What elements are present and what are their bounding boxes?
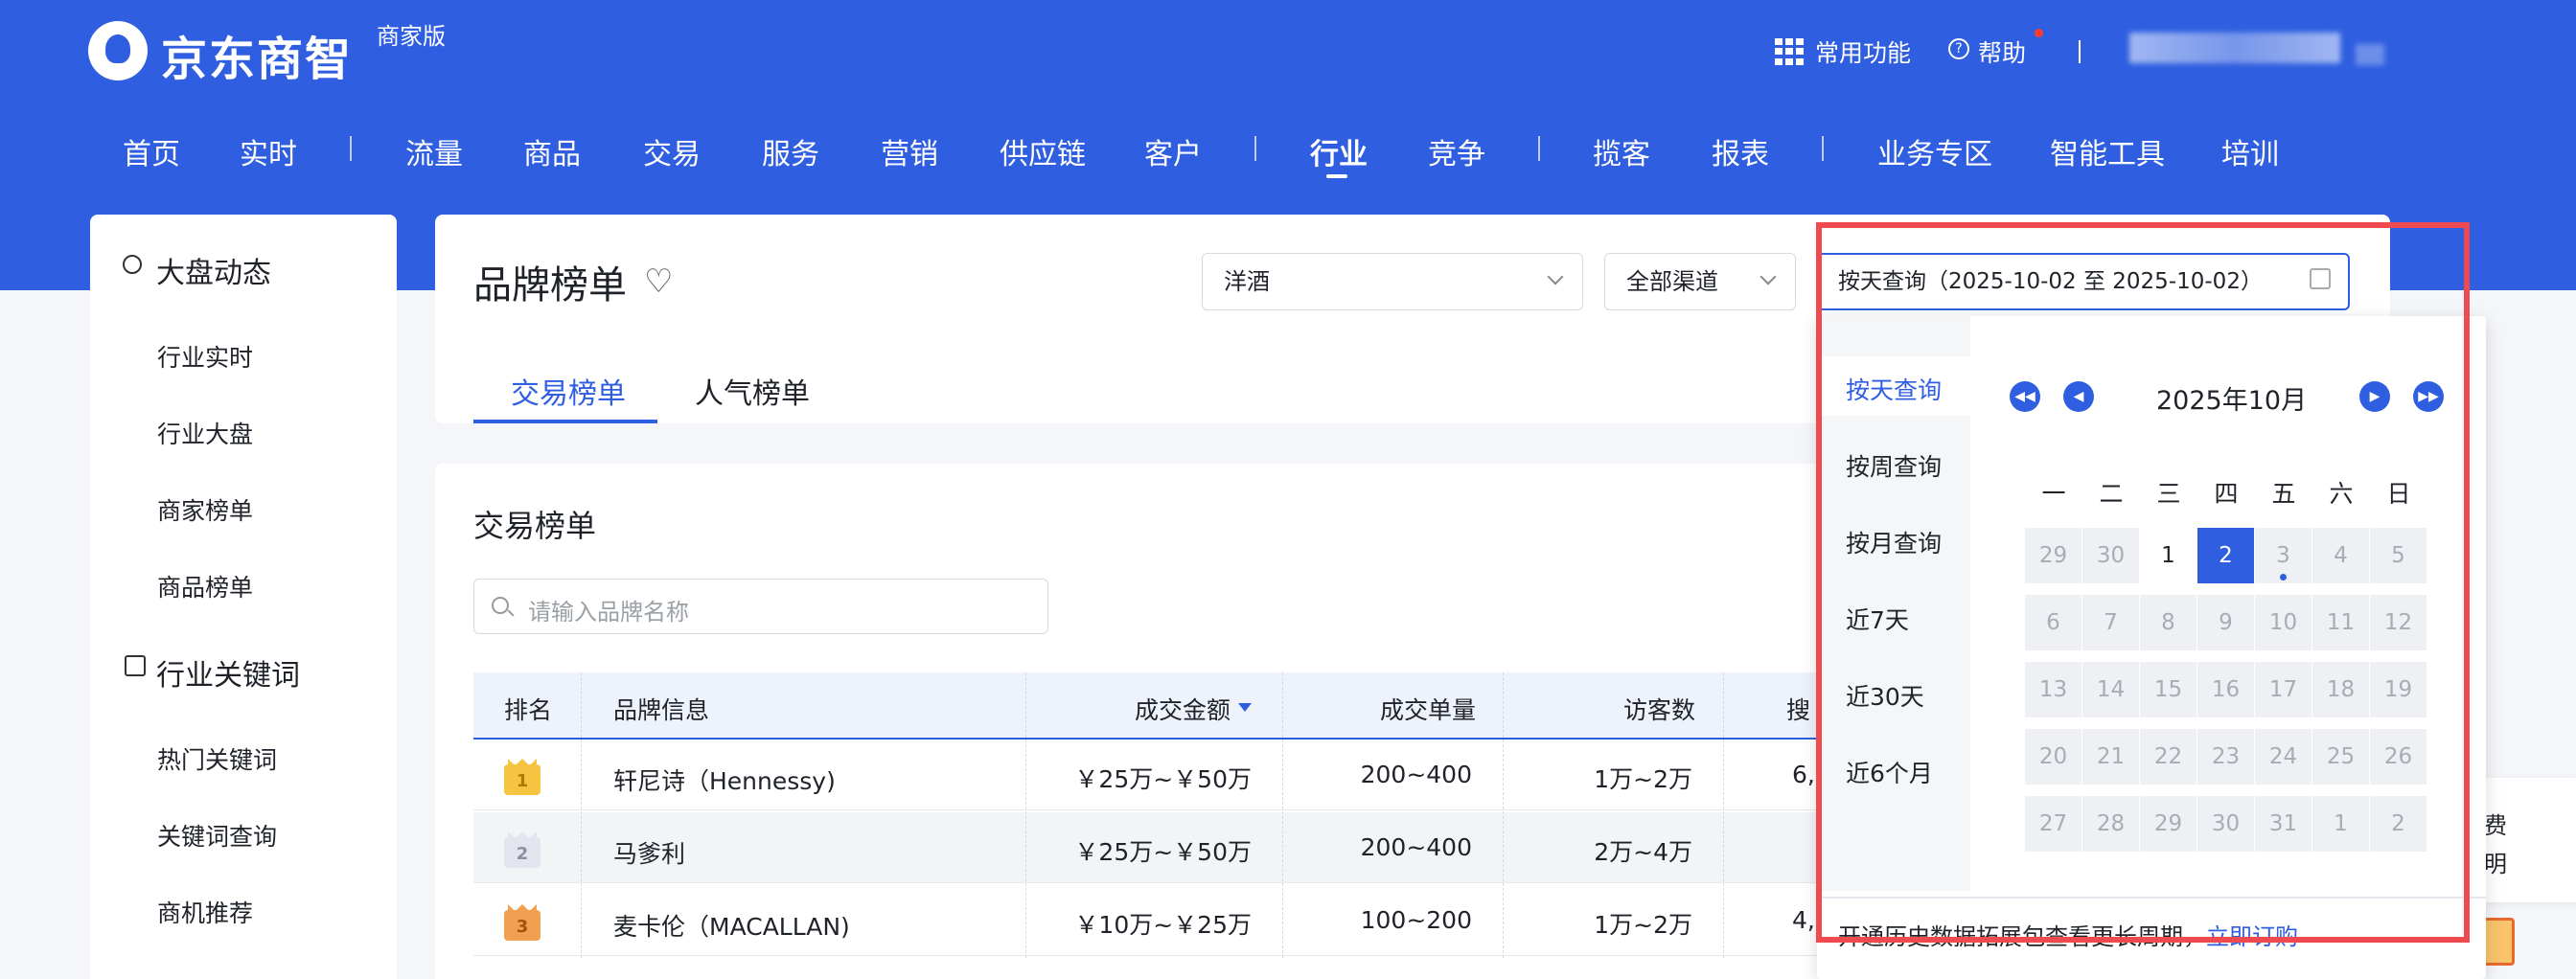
nav-home[interactable]: 首页 [123,130,180,172]
tab-trade-ranking[interactable]: 交易榜单 [511,370,626,412]
chevron-down-icon [1760,268,1777,285]
nav-reports[interactable]: 报表 [1712,130,1769,172]
nav-supply-chain[interactable]: 供应链 [1000,130,1086,172]
orders-value: 200~400 [1360,833,1472,861]
nav-industry[interactable]: 行业 [1310,130,1368,172]
col-visitors[interactable]: 访客数 [1623,692,1695,726]
jd-logo-icon[interactable] [88,21,148,80]
amount-value: ￥10万~￥25万 [1074,911,1252,939]
col-brand: 品牌信息 [613,696,710,724]
brand-search-input[interactable]: 请输入品牌名称 [473,579,1048,634]
search-value: 4, [1792,906,1815,934]
nav-divider [1254,136,1256,161]
amount-value: ￥25万~￥50万 [1074,765,1252,793]
channel-select-value: 全部渠道 [1626,268,1718,295]
visitors-value: 1万~2万 [1594,765,1692,793]
nav-divider [1822,136,1824,161]
sidebar-group-market-dynamics[interactable]: 大盘动态 [156,249,271,291]
col-rank: 排名 [504,696,553,724]
search-value: 6, [1792,761,1815,788]
nav-divider [350,136,352,161]
orders-value: 100~200 [1360,906,1472,934]
sidebar-item-product-ranking[interactable]: 商品榜单 [157,569,253,603]
channel-select[interactable]: 全部渠道 [1604,253,1796,310]
notification-dot [2035,29,2043,37]
search-placeholder: 请输入品牌名称 [528,599,689,626]
chevron-down-icon [1547,268,1564,285]
amount-value: ￥25万~￥50万 [1074,838,1252,866]
sidebar-item-hot-keywords[interactable]: 热门关键词 [157,741,277,776]
sidebar-group-industry-keywords[interactable]: 行业关键词 [156,651,300,694]
nav-business-zone[interactable]: 业务专区 [1877,130,1992,172]
visitors-value: 2万~4万 [1594,838,1692,866]
logo-text[interactable]: 京东商智 [161,21,353,88]
sidebar-item-keyword-query[interactable]: 关键词查询 [157,818,277,853]
section-title: 交易榜单 [473,508,597,544]
page-title: 品牌榜单 [473,263,627,307]
col-orders[interactable]: 成交单量 [1380,692,1476,726]
nav-divider [1538,136,1540,161]
orders-value: 200~400 [1360,761,1472,788]
sidebar-item-industry-overview[interactable]: 行业大盘 [157,416,253,450]
rank-crown-gold-icon: 1 [504,764,540,795]
float-text-line2: 明 [2484,851,2507,877]
edition-label: 商家版 [377,23,446,50]
nav-training[interactable]: 培训 [2221,130,2279,172]
brand-name[interactable]: 马爹利 [613,835,685,870]
category-select-value: 洋酒 [1224,268,1270,295]
nav-traffic[interactable]: 流量 [405,130,463,172]
sort-desc-icon[interactable] [1238,703,1252,712]
nav-service[interactable]: 服务 [762,130,819,172]
col-search[interactable]: 搜 [1786,692,1810,726]
nav-marketing[interactable]: 营销 [881,130,938,172]
common-functions-button[interactable]: 常用功能 [1815,34,1911,69]
category-select[interactable]: 洋酒 [1202,253,1583,310]
visitors-value: 1万~2万 [1594,911,1692,939]
brand-name[interactable]: 麦卡伦（MACALLAN) [613,908,850,943]
tab-popularity-ranking[interactable]: 人气榜单 [695,370,810,412]
nav-trade[interactable]: 交易 [643,130,701,172]
tab-active-indicator [473,420,657,423]
red-highlight-box [1816,222,2470,943]
keyword-shield-icon [125,655,146,676]
user-name-blurred[interactable] [2129,33,2340,63]
float-text-line1: 费 [2484,812,2507,839]
apps-grid-icon[interactable] [1775,38,1806,65]
nav-realtime[interactable]: 实时 [240,130,297,172]
column-divider [1282,672,1283,958]
favorite-heart-icon[interactable]: ♡ [644,262,673,301]
sidebar-item-opportunity[interactable]: 商机推荐 [157,895,253,929]
col-amount[interactable]: 成交金额 [1135,692,1230,726]
column-divider [581,672,582,958]
market-dynamics-icon [123,255,142,274]
rank-crown-silver-icon: 2 [504,837,540,868]
nav-customer[interactable]: 客户 [1144,130,1202,172]
nav-competition[interactable]: 竞争 [1428,130,1485,172]
column-divider [1723,672,1724,958]
help-button[interactable]: 帮助 [1978,34,2026,69]
column-divider [1503,672,1504,958]
floating-service-widget[interactable] [2480,778,2576,902]
column-divider [1025,672,1026,958]
user-extra-blurred [2356,44,2384,65]
nav-smart-tools[interactable]: 智能工具 [2050,130,2165,172]
nav-product[interactable]: 商品 [523,130,581,172]
brand-name[interactable]: 轩尼诗（Hennessy) [613,763,836,797]
sidebar-item-merchant-ranking[interactable]: 商家榜单 [157,492,253,527]
help-icon[interactable]: ? [1948,38,1969,59]
header-divider [2079,40,2081,63]
sidebar-item-industry-realtime[interactable]: 行业实时 [157,339,253,374]
search-icon [492,597,509,614]
nav-attract[interactable]: 揽客 [1593,130,1650,172]
rank-crown-bronze-icon: 3 [504,910,540,941]
nav-active-indicator [1326,174,1347,178]
